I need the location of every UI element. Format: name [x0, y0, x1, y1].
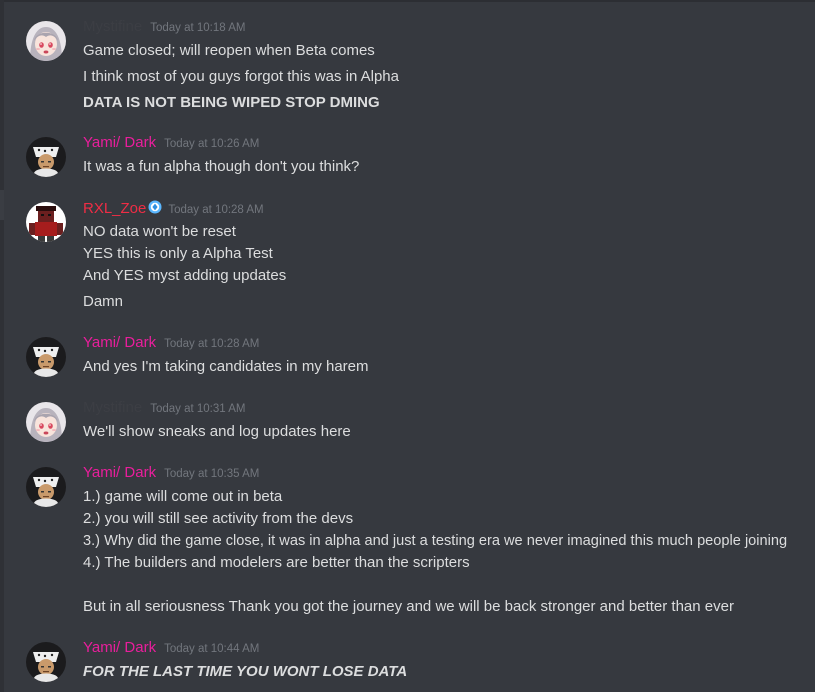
timestamp[interactable]: Today at 10:28 AM: [168, 204, 263, 216]
message-text: YES this is only a Alpha Test: [83, 245, 273, 262]
message-text: 1.) game will come out in beta: [83, 488, 283, 505]
avatar-mystifine[interactable]: [26, 21, 66, 61]
masked-character-avatar-icon: [26, 467, 66, 507]
message-text: 2.) you will still see activity from the…: [83, 510, 354, 527]
masked-character-avatar-icon: [26, 642, 66, 682]
username[interactable]: Yami/ Dark: [83, 464, 156, 481]
message-text: And YES myst adding updates: [83, 267, 287, 284]
timestamp[interactable]: Today at 10:44 AM: [164, 643, 259, 655]
anime-girl-avatar-icon: [26, 21, 66, 61]
timestamp[interactable]: Today at 10:26 AM: [164, 138, 259, 150]
chat-message-list: Mystifine Today at 10:18 AM Game closed;…: [0, 0, 815, 692]
timestamp[interactable]: Today at 10:18 AM: [150, 22, 245, 34]
avatar-yami[interactable]: [26, 642, 66, 682]
anime-girl-avatar-icon: [26, 402, 66, 442]
timestamp[interactable]: Today at 10:35 AM: [164, 468, 259, 480]
avatar-mystifine[interactable]: [26, 402, 66, 442]
avatar-yami[interactable]: [26, 137, 66, 177]
username[interactable]: Yami/ Dark: [83, 334, 156, 351]
message-text: We'll show sneaks and log updates here: [83, 423, 351, 440]
message-text: But in all seriousness Thank you got the…: [83, 598, 734, 615]
username[interactable]: RXL_Zoe: [83, 200, 146, 217]
message-text: 4.) The builders and modelers are better…: [83, 554, 470, 571]
avatar-yami[interactable]: [26, 337, 66, 377]
message-text: Damn: [83, 293, 124, 310]
timestamp[interactable]: Today at 10:28 AM: [164, 338, 259, 350]
message-text: And yes I'm taking candidates in my hare…: [83, 358, 369, 375]
top-divider: [4, 0, 815, 2]
verified-gem-icon[interactable]: [148, 200, 162, 214]
message-text: NO data won't be reset: [83, 223, 236, 240]
roblox-character-avatar-icon: [26, 202, 66, 242]
masked-character-avatar-icon: [26, 137, 66, 177]
avatar-zoe[interactable]: [26, 202, 66, 242]
timestamp[interactable]: Today at 10:31 AM: [150, 403, 245, 415]
avatar-yami[interactable]: [26, 467, 66, 507]
message-text: DATA IS NOT BEING WIPED STOP DMING: [83, 94, 380, 111]
masked-character-avatar-icon: [26, 337, 66, 377]
message-text: 3.) Why did the game close, it was in al…: [83, 533, 788, 549]
message-text: Game closed; will reopen when Beta comes: [83, 42, 375, 59]
channel-sidebar-edge: [0, 0, 4, 692]
message-text: FOR THE LAST TIME YOU WONT LOSE DATA: [83, 663, 408, 680]
message-text: I think most of you guys forgot this was…: [83, 68, 399, 85]
sidebar-indicator: [0, 190, 4, 220]
username[interactable]: Yami/ Dark: [83, 639, 156, 656]
username[interactable]: Mystifine: [83, 18, 142, 35]
username[interactable]: Mystifine: [83, 399, 142, 416]
username[interactable]: Yami/ Dark: [83, 134, 156, 151]
message-text: It was a fun alpha though don't you thin…: [83, 158, 360, 175]
